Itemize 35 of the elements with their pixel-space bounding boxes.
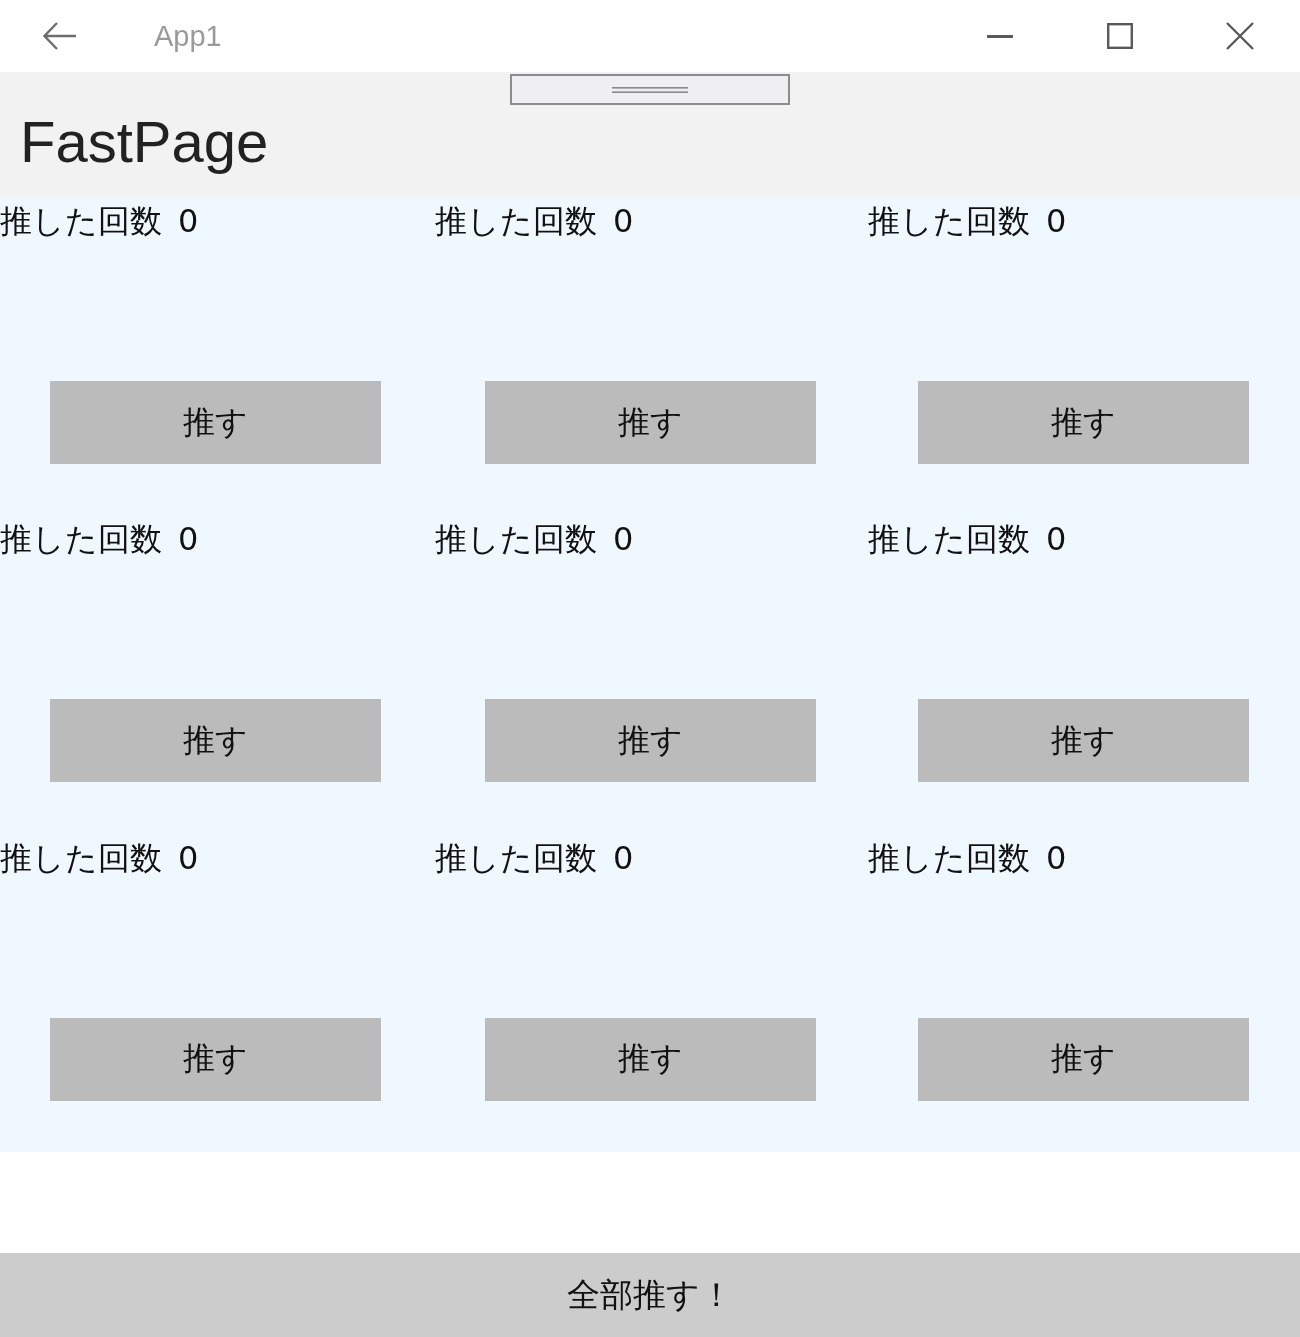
- push-button[interactable]: 推す: [485, 381, 816, 464]
- push-button[interactable]: 推す: [50, 699, 381, 783]
- count-value: 0: [613, 201, 634, 241]
- count-label: 推した回数: [0, 519, 162, 560]
- close-icon: [1226, 22, 1254, 50]
- arrow-left-icon: [43, 22, 77, 50]
- push-button[interactable]: 推す: [485, 1017, 816, 1101]
- window-title: App1: [154, 19, 222, 53]
- minimize-icon: [987, 34, 1013, 38]
- push-button[interactable]: 推す: [918, 699, 1249, 783]
- count-value: 0: [1046, 519, 1067, 560]
- push-all-button[interactable]: 全部推す！: [0, 1253, 1300, 1337]
- count-value: 0: [613, 837, 634, 878]
- count-value: 0: [178, 201, 199, 241]
- push-button[interactable]: 推す: [918, 381, 1249, 464]
- count-label: 推した回数: [868, 201, 1030, 241]
- push-button[interactable]: 推す: [50, 381, 381, 464]
- count-label: 推した回数: [868, 837, 1030, 878]
- count-value: 0: [1046, 201, 1067, 241]
- grip-icon: [612, 86, 688, 93]
- count-value: 0: [1046, 837, 1067, 878]
- push-button[interactable]: 推す: [918, 1017, 1249, 1101]
- push-button[interactable]: 推す: [50, 1017, 381, 1101]
- count-label: 推した回数: [435, 201, 597, 241]
- count-value: 0: [613, 519, 634, 560]
- count-label: 推した回数: [435, 519, 597, 560]
- count-value: 0: [178, 837, 199, 878]
- count-value: 0: [178, 519, 199, 560]
- count-label: 推した回数: [0, 201, 162, 241]
- count-label: 推した回数: [0, 837, 162, 878]
- count-label: 推した回数: [868, 519, 1030, 560]
- maximize-icon: [1107, 23, 1133, 49]
- count-label: 推した回数: [435, 837, 597, 878]
- push-button[interactable]: 推す: [485, 699, 816, 783]
- collapsed-toolbar[interactable]: [510, 74, 790, 105]
